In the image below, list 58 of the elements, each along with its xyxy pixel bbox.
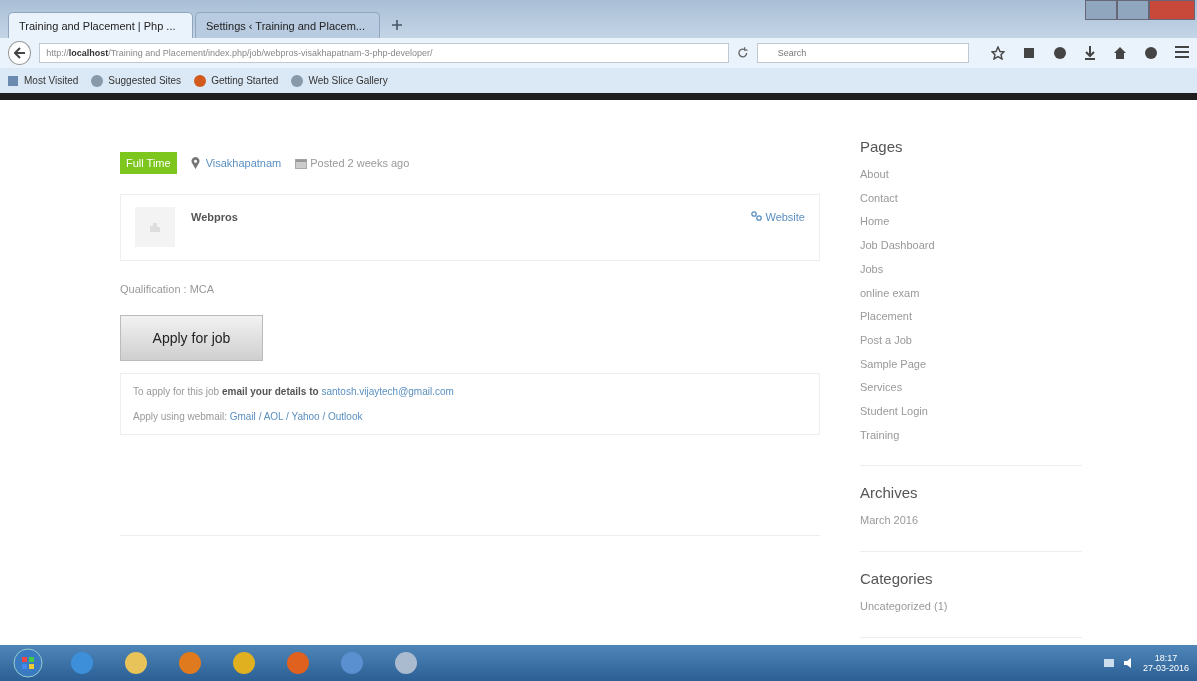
minimize-button[interactable]: [1085, 0, 1117, 20]
reload-icon[interactable]: [737, 47, 749, 59]
sidebar-link[interactable]: Jobs: [860, 262, 884, 275]
home-icon[interactable]: [1113, 46, 1127, 60]
apply-button[interactable]: Apply for job: [120, 315, 263, 361]
sidebar-link[interactable]: Uncategorized (1): [860, 600, 948, 613]
webmail-link[interactable]: Yahoo: [291, 411, 320, 422]
separator: /: [322, 411, 326, 422]
email-link[interactable]: santosh.vijaytech@gmail.com: [321, 386, 454, 397]
bookmark-link[interactable]: Suggested Sites: [108, 75, 182, 86]
webmail-label: Apply using webmail:: [133, 411, 227, 422]
sidebar-link[interactable]: March 2016: [860, 514, 919, 527]
apply-instructions: To apply for this job email your details to santosh.vijaytech@gmail.com: [133, 386, 455, 397]
widget-title: Pages: [860, 138, 904, 155]
sidebar-link[interactable]: Post a Job: [860, 333, 912, 346]
sidebar-link[interactable]: Placement: [860, 310, 912, 323]
company-logo-placeholder: [135, 207, 175, 247]
link-icon: [751, 211, 763, 221]
download-icon[interactable]: [1084, 46, 1096, 60]
map-pin-icon: [190, 157, 200, 169]
webmail-link[interactable]: Outlook: [328, 411, 363, 422]
sidebar-link[interactable]: Job Dashboard: [860, 239, 935, 252]
sidebar-link[interactable]: Sample Page: [860, 357, 927, 370]
company-name: Webpros: [191, 210, 239, 225]
sidebar-link[interactable]: Student Login: [860, 405, 928, 418]
maximize-button[interactable]: [1117, 0, 1149, 20]
widget-title: Archives: [860, 484, 919, 502]
browser-tab[interactable]: Settings ‹ Training and Placem...: [195, 12, 380, 38]
bookmark-folder-icon[interactable]: [6, 73, 20, 88]
job-type-badge: Full Time: [120, 152, 177, 174]
clock-date[interactable]: 27-03-2016: [1142, 663, 1189, 673]
bookmark-link[interactable]: Web Slice Gallery: [308, 75, 388, 86]
widget-title: Categories: [860, 570, 934, 588]
browser-tab[interactable]: Training and Placement | Php ...: [8, 12, 193, 38]
sidebar-link[interactable]: About: [860, 168, 889, 180]
separator: /: [286, 411, 289, 422]
bookmark-link[interactable]: Most Visited: [24, 75, 79, 86]
sidebar-link[interactable]: Contact: [860, 191, 898, 204]
search-field[interactable]: Search: [756, 43, 969, 63]
clock-time[interactable]: 18:17: [1154, 653, 1178, 663]
star-icon[interactable]: [991, 46, 1005, 60]
menu-icon[interactable]: [1175, 46, 1189, 58]
sidebar-link[interactable]: Training: [860, 428, 900, 441]
back-button[interactable]: [8, 41, 32, 65]
webmail-link[interactable]: Gmail: [229, 411, 256, 422]
bookmark-link[interactable]: Getting Started: [211, 75, 279, 86]
sidebar-link[interactable]: Home: [860, 215, 890, 228]
back-arrow-icon: [13, 47, 26, 59]
address-bar[interactable]: http://localhost/Training and Placement/index.php/job/webpros-visakhapatnam-3-php-developer/: [39, 43, 730, 63]
separator: /: [258, 411, 262, 422]
qualification-text: Qualification : MCA: [120, 283, 216, 295]
webmail-link[interactable]: AOL: [263, 411, 284, 422]
posted-date: Posted 2 weeks ago: [310, 157, 410, 169]
calendar-icon: [295, 157, 308, 169]
sidebar-link[interactable]: Services: [860, 381, 903, 394]
location-link[interactable]: Visakhapatnam: [205, 157, 282, 169]
sidebar-link[interactable]: online exam: [860, 286, 920, 299]
website-link[interactable]: Website: [751, 207, 805, 248]
